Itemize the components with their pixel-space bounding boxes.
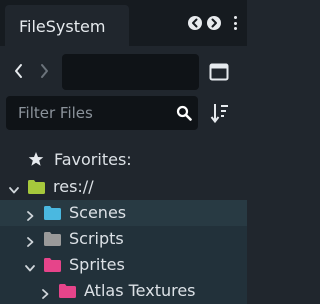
folder-icon	[44, 205, 61, 220]
folder-icon	[44, 257, 61, 272]
split-view-icon[interactable]	[209, 62, 229, 82]
tab-filesystem[interactable]: FileSystem	[5, 5, 129, 46]
folder-icon	[59, 283, 76, 298]
dock-menu-icon[interactable]	[232, 16, 238, 32]
chevron-right-icon[interactable]	[24, 233, 36, 247]
favorites-row[interactable]: Favorites:	[0, 147, 247, 173]
tree-root-res[interactable]: res://	[0, 174, 247, 200]
tree-item-label: Scenes	[69, 203, 127, 222]
tree-item-scenes[interactable]: Scenes	[0, 200, 247, 226]
filter-files-field[interactable]	[6, 96, 198, 130]
star-icon	[28, 151, 44, 167]
filter-files-input[interactable]	[6, 96, 168, 130]
tab-prev-icon[interactable]	[188, 16, 202, 30]
chevron-down-icon[interactable]	[24, 259, 36, 272]
tab-next-icon[interactable]	[207, 16, 221, 30]
folder-icon	[28, 179, 45, 194]
path-input[interactable]	[62, 54, 199, 90]
forward-icon[interactable]	[38, 62, 50, 80]
chevron-right-icon[interactable]	[39, 285, 51, 299]
filesystem-dock: FileSystem Filter Files Favorites: res:/…	[0, 0, 247, 304]
search-icon	[176, 105, 192, 121]
folder-icon	[44, 231, 61, 246]
chevron-down-icon[interactable]	[8, 181, 20, 194]
tab-filesystem-label: FileSystem	[19, 17, 106, 36]
favorites-label: Favorites:	[54, 150, 132, 169]
tree-item-sprites[interactable]: Sprites	[0, 252, 247, 278]
tree-root-label: res://	[53, 177, 94, 196]
back-icon[interactable]	[13, 62, 25, 80]
tree-item-scripts[interactable]: Scripts	[0, 226, 247, 252]
sort-icon[interactable]	[210, 102, 230, 124]
tree-item-label: Scripts	[69, 229, 124, 248]
tree-item-label: Sprites	[69, 255, 125, 274]
dock-tab-bar: FileSystem	[0, 0, 247, 46]
chevron-right-icon[interactable]	[24, 207, 36, 221]
tree-item-atlas-textures[interactable]: Atlas Textures	[0, 278, 247, 304]
tree-item-label: Atlas Textures	[84, 281, 196, 300]
